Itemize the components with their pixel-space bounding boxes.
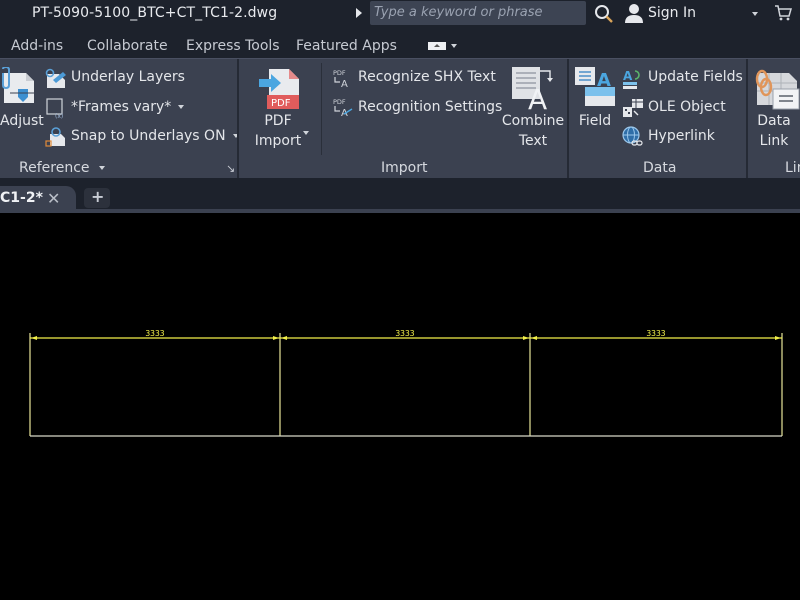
search-icon[interactable] (594, 4, 614, 24)
close-icon[interactable]: ✕ (47, 189, 60, 208)
tab-collaborate[interactable]: Collaborate (87, 38, 168, 54)
search-input[interactable]: Type a keyword or phrase (370, 1, 586, 25)
svg-text:A: A (528, 83, 547, 111)
chevron-down-icon (98, 166, 105, 170)
combine-text-line2[interactable]: Text (501, 131, 565, 151)
document-tab-strip: C1-2* ✕ + (0, 178, 800, 214)
field-button[interactable]: Field (575, 111, 615, 131)
panel-separator (567, 59, 569, 179)
tab-express-tools[interactable]: Express Tools (186, 38, 280, 54)
drawing-svg: 3333 3333 3333 (29, 329, 783, 437)
underlay-layers-icon (45, 68, 66, 88)
hyperlink-button[interactable]: Hyperlink (648, 128, 715, 144)
dimension-arrow (531, 336, 537, 340)
new-tab-button[interactable]: + (84, 187, 110, 208)
recognize-shx-text-button[interactable]: Recognize SHX Text (358, 69, 496, 85)
cart-icon[interactable] (774, 4, 792, 22)
title-bar: PT-5090-5100_BTC+CT_TC1-2.dwg Type a key… (0, 0, 800, 30)
expand-arrow-icon[interactable] (356, 8, 362, 18)
adjust-button[interactable]: Adjust (0, 111, 44, 131)
dialog-launcher-icon[interactable]: ↘ (226, 162, 235, 175)
panel-separator (746, 59, 748, 179)
chevron-down-icon (178, 105, 185, 109)
combine-text-line1[interactable]: Combine (501, 111, 565, 131)
field-icon[interactable]: A (575, 67, 617, 107)
combine-text-icon[interactable]: A (510, 67, 556, 111)
dimension-text[interactable]: 3333 (646, 329, 665, 338)
svg-text:PDF: PDF (333, 98, 346, 106)
ole-object-icon (623, 99, 643, 117)
linking-panel-label: Lin (785, 160, 800, 176)
hyperlink-icon (622, 126, 643, 146)
svg-text:PDF: PDF (271, 98, 291, 109)
svg-text:(x): (x) (55, 113, 63, 119)
snap-to-underlays-label: Snap to Underlays ON (71, 128, 226, 144)
drawing-geometry (29, 333, 783, 437)
import-panel-label: Import (381, 160, 428, 176)
reference-panel-label[interactable]: Reference (19, 160, 105, 176)
dimension-arrow (775, 336, 781, 340)
document-tab-label: C1-2* (0, 190, 43, 206)
minimize-ribbon-button[interactable] (428, 42, 446, 50)
dimension-text[interactable]: 3333 (145, 329, 164, 338)
frames-icon: (x) (46, 98, 63, 119)
data-panel-label: Data (643, 160, 677, 176)
dimension-arrow (273, 336, 279, 340)
svg-text:A: A (341, 79, 348, 88)
adjust-icon[interactable] (0, 67, 36, 107)
snap-to-underlays-dropdown[interactable]: Snap to Underlays ON (71, 128, 239, 144)
sign-in-link[interactable]: Sign In (648, 5, 696, 21)
file-title: PT-5090-5100_BTC+CT_TC1-2.dwg (32, 5, 278, 21)
ribbon-tabs: Add-ins Collaborate Express Tools Featur… (0, 30, 800, 58)
panel-separator (237, 59, 239, 179)
drawing-canvas[interactable]: 3333 3333 3333 (0, 213, 800, 600)
svg-text:A: A (623, 69, 633, 83)
inner-separator (321, 63, 322, 155)
reference-label-text: Reference (19, 160, 90, 176)
snap-underlay-icon (45, 127, 65, 147)
pdf-import-dropdown-icon[interactable] (303, 131, 309, 135)
ribbon-panel: Adjust Underlay Layers (x) *Frames vary*… (0, 58, 800, 179)
data-link-icon[interactable] (753, 69, 800, 111)
plus-icon: + (91, 187, 105, 206)
recognition-settings-icon: PDF A (333, 98, 353, 117)
ole-object-button[interactable]: OLE Object (648, 99, 726, 115)
svg-text:PDF: PDF (333, 69, 346, 77)
underlay-layers-button[interactable]: Underlay Layers (71, 69, 185, 85)
sign-in-dropdown-icon[interactable] (752, 12, 758, 16)
pdf-import-icon[interactable]: PDF (257, 67, 301, 111)
frames-vary-label: *Frames vary* (71, 99, 172, 115)
update-fields-button[interactable]: Update Fields (648, 69, 743, 85)
data-link-line2[interactable]: Link (752, 131, 796, 151)
dimension-arrow (281, 336, 287, 340)
dimension-text[interactable]: 3333 (395, 329, 414, 338)
frames-vary-dropdown[interactable]: *Frames vary* (71, 99, 185, 115)
dimension-arrow (523, 336, 529, 340)
data-link-line1[interactable]: Data (752, 111, 796, 131)
search-placeholder: Type a keyword or phrase (374, 5, 543, 20)
svg-text:A: A (597, 70, 611, 91)
tab-add-ins[interactable]: Add-ins (11, 38, 63, 54)
pdf-import-line1[interactable]: PDF (252, 111, 304, 131)
minimize-ribbon-dropdown-icon[interactable] (451, 44, 457, 48)
pdf-import-line2[interactable]: Import (252, 131, 304, 151)
dimension-arrow (31, 336, 37, 340)
tab-featured-apps[interactable]: Featured Apps (296, 38, 397, 54)
update-fields-icon: A (623, 69, 640, 89)
recognition-settings-button[interactable]: Recognition Settings (358, 99, 502, 115)
recognize-shx-icon: PDF A (333, 69, 348, 88)
user-icon[interactable] (623, 2, 645, 24)
